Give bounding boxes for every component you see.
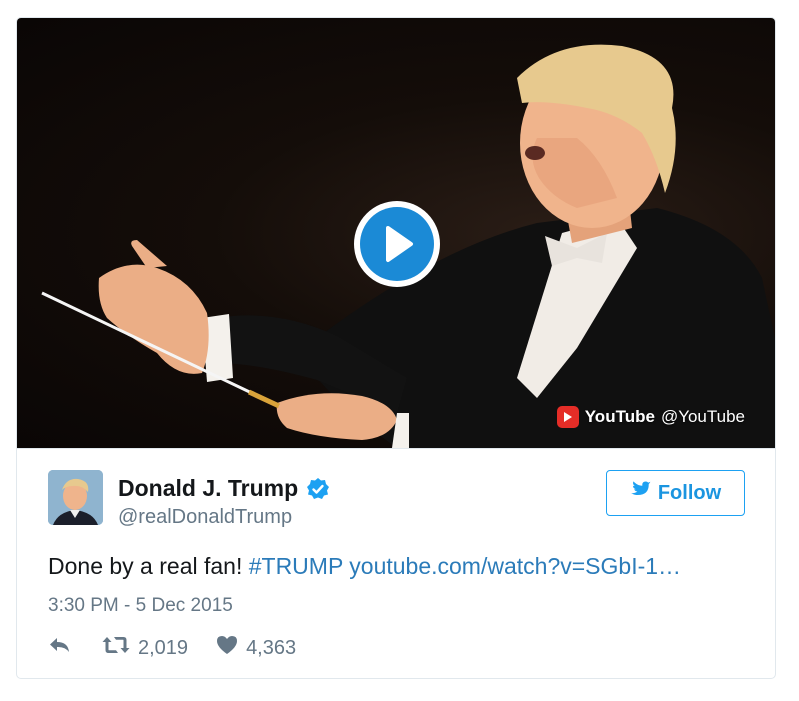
follow-button[interactable]: Follow	[606, 470, 745, 516]
youtube-handle: @YouTube	[660, 407, 745, 426]
reply-button[interactable]	[48, 636, 72, 660]
twitter-bird-icon	[630, 481, 652, 505]
video-thumbnail[interactable]: YouTube @YouTube	[17, 18, 775, 448]
author-name[interactable]: Donald J. Trump	[118, 475, 330, 502]
retweet-button[interactable]: 2,019	[102, 635, 188, 661]
play-icon	[360, 207, 434, 281]
verified-icon	[306, 477, 330, 501]
avatar[interactable]	[48, 470, 103, 525]
youtube-icon	[556, 406, 579, 428]
hashtag-link[interactable]: #TRUMP	[249, 553, 343, 579]
url-link[interactable]: youtube.com/watch?v=SGbI-1…	[349, 553, 681, 579]
tweet-text-body: Done by a real fan!	[48, 553, 243, 579]
like-count: 4,363	[246, 636, 297, 659]
like-button[interactable]: 4,363	[216, 635, 296, 661]
youtube-attribution[interactable]: YouTube @YouTube	[556, 406, 745, 428]
tweet-actions: 2,019 4,363	[48, 635, 296, 661]
tweet-body: Donald J. Trump @realDonaldTrump Follow …	[17, 448, 775, 678]
youtube-brand: YouTube	[584, 407, 655, 426]
heart-icon	[216, 635, 238, 661]
retweet-count: 2,019	[138, 636, 189, 659]
follow-button-label: Follow	[657, 481, 722, 504]
reply-icon	[48, 636, 72, 660]
author-display-name: Donald J. Trump	[118, 475, 299, 501]
author-handle[interactable]: @realDonaldTrump	[118, 506, 292, 529]
retweet-icon	[102, 635, 130, 661]
tweet-timestamp[interactable]: 3:30 PM - 5 Dec 2015	[48, 595, 233, 617]
embedded-tweet-card: YouTube @YouTube Donald J. Trump @realDo…	[16, 17, 776, 679]
play-button[interactable]	[354, 201, 440, 287]
tweet-text: Done by a real fan! #TRUMP youtube.com/w…	[48, 553, 681, 580]
